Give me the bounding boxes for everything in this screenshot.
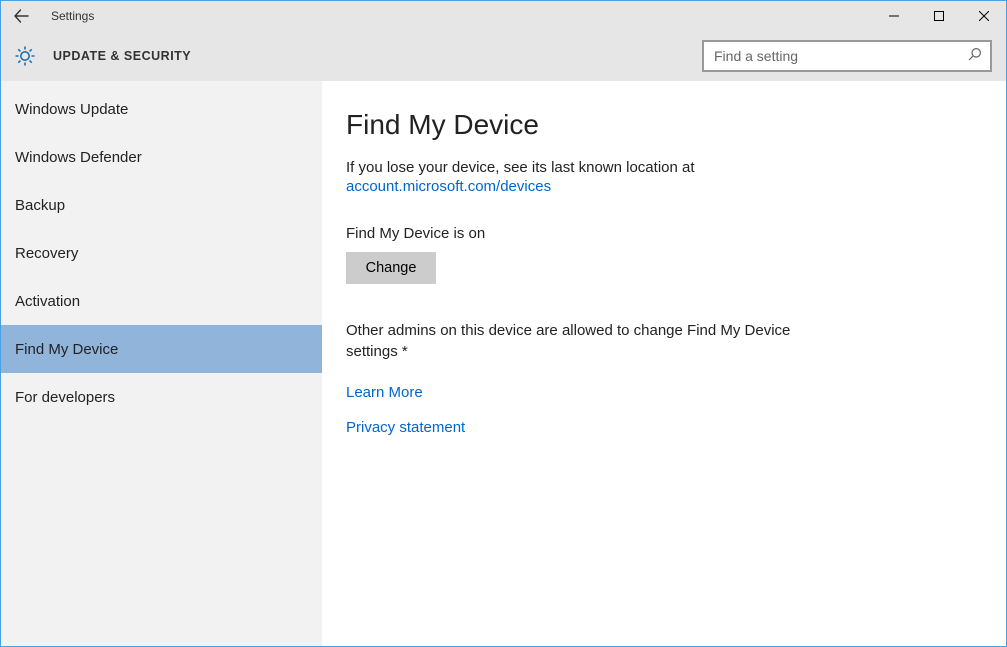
gear-icon <box>13 44 37 68</box>
sidebar-item-windows-update[interactable]: Windows Update <box>1 85 322 133</box>
account-devices-link[interactable]: account.microsoft.com/devices <box>346 178 551 195</box>
close-icon <box>979 11 989 21</box>
sidebar-item-label: For developers <box>15 389 115 406</box>
titlebar: Settings <box>1 1 1006 31</box>
admin-note: Other admins on this device are allowed … <box>346 320 806 362</box>
minimize-button[interactable] <box>871 1 916 31</box>
settings-window: Settings <box>0 0 1007 647</box>
section-title: UPDATE & SECURITY <box>53 49 191 63</box>
maximize-button[interactable] <box>916 1 961 31</box>
sidebar-item-backup[interactable]: Backup <box>1 181 322 229</box>
content: Find My Device If you lose your device, … <box>322 81 1006 646</box>
maximize-icon <box>934 11 944 21</box>
page-heading: Find My Device <box>346 109 982 141</box>
sidebar-item-find-my-device[interactable]: Find My Device <box>1 325 322 373</box>
intro-text: If you lose your device, see its last kn… <box>346 159 982 176</box>
back-button[interactable] <box>7 2 35 30</box>
sidebar-item-label: Find My Device <box>15 341 118 358</box>
search-box[interactable] <box>702 40 992 72</box>
sidebar-item-label: Backup <box>15 197 65 214</box>
privacy-statement-link[interactable]: Privacy statement <box>346 419 982 436</box>
change-button[interactable]: Change <box>346 252 436 284</box>
window-controls <box>871 1 1006 31</box>
body: Windows Update Windows Defender Backup R… <box>1 81 1006 646</box>
header-left: UPDATE & SECURITY <box>13 44 191 68</box>
status-text: Find My Device is on <box>346 225 982 242</box>
search-input[interactable] <box>712 47 967 65</box>
minimize-icon <box>889 11 899 21</box>
sidebar-item-label: Windows Defender <box>15 149 142 166</box>
sidebar-item-label: Windows Update <box>15 101 128 118</box>
sidebar-item-for-developers[interactable]: For developers <box>1 373 322 421</box>
sidebar-item-recovery[interactable]: Recovery <box>1 229 322 277</box>
window-title: Settings <box>51 9 94 23</box>
close-button[interactable] <box>961 1 1006 31</box>
sidebar: Windows Update Windows Defender Backup R… <box>1 81 322 646</box>
back-arrow-icon <box>12 7 30 25</box>
search-icon <box>967 47 982 65</box>
sidebar-item-label: Recovery <box>15 245 78 262</box>
link-block: Learn More Privacy statement <box>346 384 982 436</box>
sidebar-item-label: Activation <box>15 293 80 310</box>
sidebar-item-windows-defender[interactable]: Windows Defender <box>1 133 322 181</box>
titlebar-left: Settings <box>7 2 94 30</box>
learn-more-link[interactable]: Learn More <box>346 384 982 401</box>
header-band: UPDATE & SECURITY <box>1 31 1006 81</box>
sidebar-item-activation[interactable]: Activation <box>1 277 322 325</box>
